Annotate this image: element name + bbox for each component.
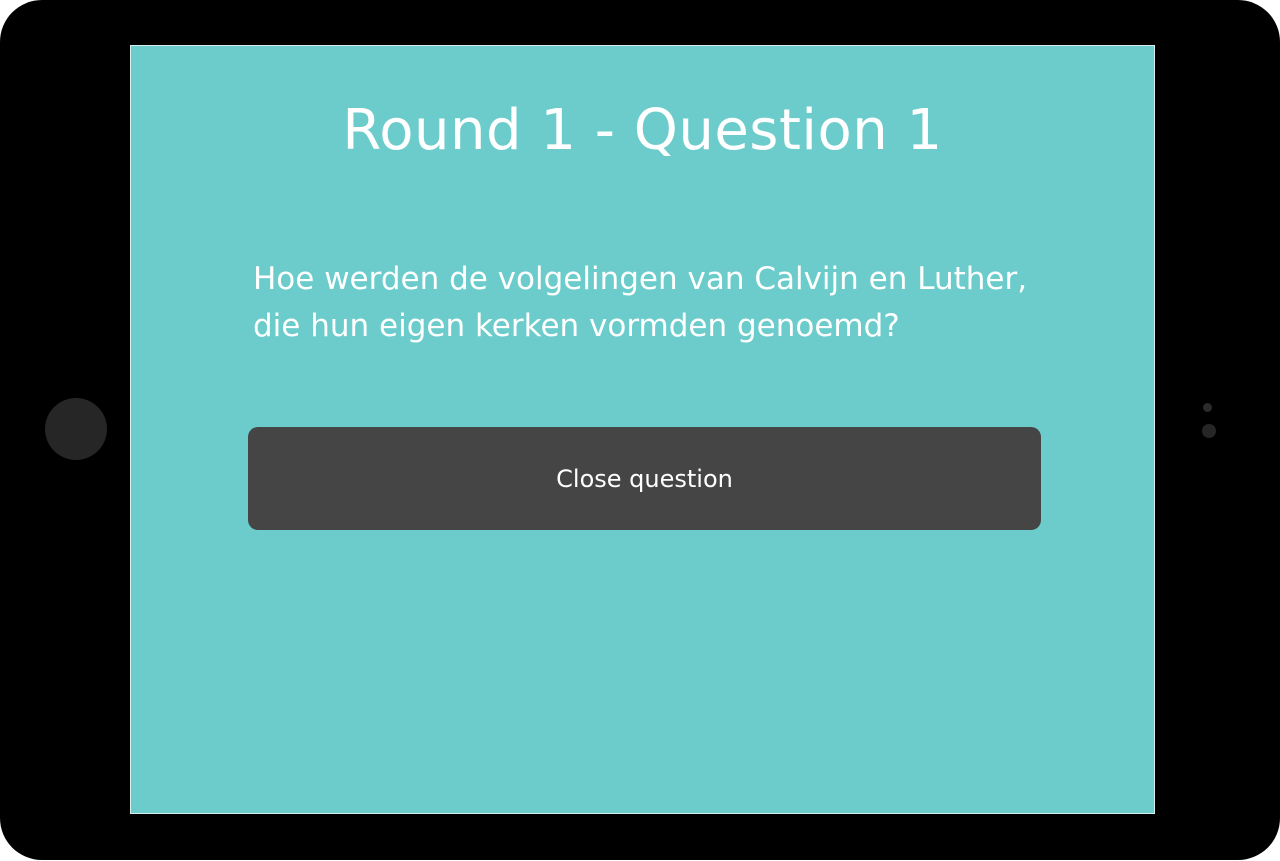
question-text: Hoe werden de volgelingen van Calvijn en… [253,261,1028,344]
question-title: Round 1 - Question 1 [342,98,943,163]
tablet-frame: Round 1 - Question 1 Hoe werden de volge… [0,0,1280,860]
home-button-icon [45,398,107,460]
quiz-screen: Round 1 - Question 1 Hoe werden de volge… [130,45,1155,814]
close-question-button[interactable]: Close question [248,427,1041,530]
sensor-icon [1203,403,1212,412]
camera-icon [1202,424,1216,438]
